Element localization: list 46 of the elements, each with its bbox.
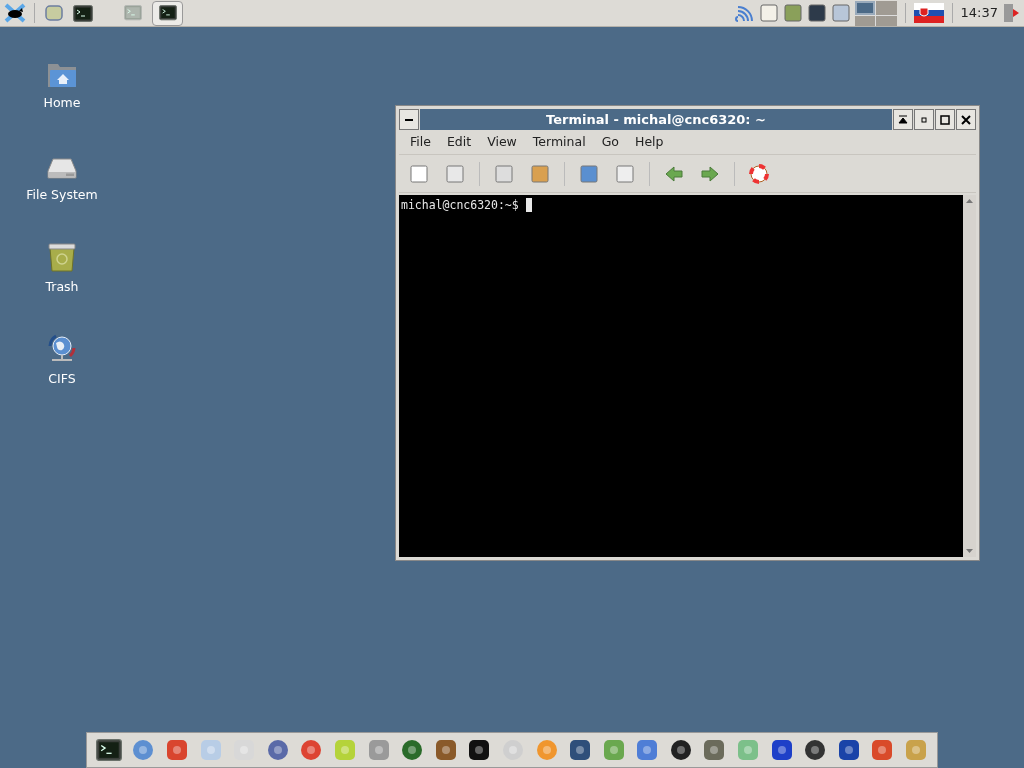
wifi-signal-icon[interactable] <box>734 3 755 23</box>
terminal-prompt: michal@cnc6320:~$ <box>401 197 520 213</box>
show-desktop-icon[interactable] <box>43 3 65 23</box>
taskbar-button[interactable] <box>152 0 183 26</box>
hard-drive-icon <box>47 158 77 181</box>
desktop-icon-label[interactable]: Trash <box>45 278 79 297</box>
menu-item[interactable]: View <box>479 132 525 152</box>
menu-item[interactable]: Go <box>593 132 627 152</box>
text-cursor <box>525 198 532 212</box>
workspace-tile[interactable] <box>876 0 897 15</box>
workspace-tile[interactable] <box>854 0 876 15</box>
clock[interactable]: 14:37 <box>960 3 998 23</box>
window-menu-button[interactable] <box>399 109 419 130</box>
back-arrow-icon <box>664 163 684 184</box>
minimize-button[interactable] <box>914 109 934 130</box>
close-icon <box>961 114 971 125</box>
workspace-tile[interactable] <box>876 15 897 26</box>
maximize-button[interactable] <box>935 109 955 130</box>
maximize-icon <box>940 114 950 125</box>
minimize-icon <box>919 114 929 125</box>
slovak-flag-icon[interactable] <box>913 3 944 23</box>
window-title: Terminal - michal@cnc6320: ~ <box>546 110 766 129</box>
minus-icon <box>405 118 413 121</box>
desktop-icon-label[interactable]: CIFS <box>48 370 76 389</box>
workspace-tile[interactable] <box>854 15 876 26</box>
menu-item[interactable]: Edit <box>438 132 480 152</box>
lifebuoy-button[interactable] <box>747 161 771 186</box>
menu-item[interactable]: Terminal <box>524 132 594 152</box>
terminal-icon <box>158 5 177 21</box>
menu-item[interactable]: Help <box>627 132 672 152</box>
close-button[interactable] <box>956 109 976 130</box>
forward-arrow-icon <box>700 163 720 184</box>
terminal-icon <box>73 4 93 22</box>
mouse-logo-icon[interactable] <box>4 3 26 23</box>
home-folder-icon <box>47 62 77 89</box>
lifebuoy-icon <box>749 163 769 184</box>
menu-item[interactable]: File <box>402 132 439 152</box>
scrollbar[interactable] <box>963 195 976 557</box>
desktop-icon-label[interactable]: Home <box>43 94 81 113</box>
shade-button[interactable] <box>893 109 913 130</box>
desktop-icon-label[interactable]: File System <box>26 186 98 205</box>
logout-door-icon[interactable] <box>1002 3 1020 23</box>
dimmed-window-icon <box>123 5 142 21</box>
terminal-icon <box>95 738 122 762</box>
shade-icon <box>898 114 908 125</box>
trash-icon <box>47 240 77 273</box>
